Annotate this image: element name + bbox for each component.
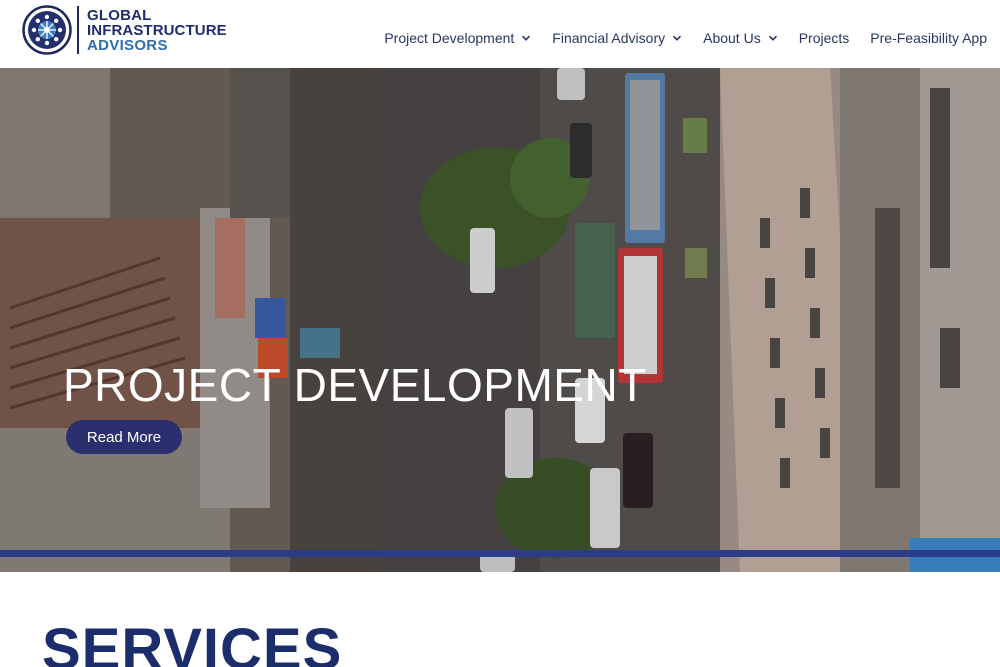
nav-item-label: Financial Advisory bbox=[552, 30, 666, 46]
nav-item-project-development[interactable]: Project Development bbox=[384, 27, 531, 49]
chevron-down-icon bbox=[522, 35, 531, 41]
logo-line-infrastructure: INFRASTRUCTURE bbox=[87, 21, 227, 39]
logo[interactable]: GLOBAL INFRASTRUCTURE ADVISORS bbox=[22, 5, 227, 55]
hero-title: PROJECT DEVELOPMENT bbox=[63, 359, 647, 411]
nav-item-financial-advisory[interactable]: Financial Advisory bbox=[552, 27, 682, 49]
site-header: GLOBAL INFRASTRUCTURE ADVISORS Project D… bbox=[0, 0, 1000, 68]
nav-item-pre-feasibility-app[interactable]: Pre-Feasibility App bbox=[870, 27, 987, 49]
nav-item-projects[interactable]: Projects bbox=[799, 27, 850, 49]
logo-line-advisors: ADVISORS bbox=[87, 36, 168, 54]
hero-banner: PROJECT DEVELOPMENT Read More bbox=[0, 68, 1000, 572]
logo-line-global: GLOBAL bbox=[87, 6, 152, 24]
nav-item-label: Pre-Feasibility App bbox=[870, 30, 987, 46]
nav-item-about-us[interactable]: About Us bbox=[703, 27, 778, 49]
nav-item-label: About Us bbox=[703, 30, 761, 46]
chevron-down-icon bbox=[768, 35, 777, 41]
logo-emblem-icon bbox=[22, 5, 72, 55]
hero-accent-strip bbox=[0, 550, 1000, 557]
read-more-button[interactable]: Read More bbox=[66, 420, 182, 454]
hero-overlay bbox=[0, 68, 1000, 572]
main-nav: Project Development Financial Advisory A… bbox=[363, 27, 987, 49]
nav-item-label: Project Development bbox=[384, 30, 515, 46]
logo-wordmark: GLOBAL INFRASTRUCTURE ADVISORS bbox=[87, 8, 227, 53]
chevron-down-icon bbox=[673, 35, 682, 41]
services-heading: SERVICES bbox=[42, 617, 343, 667]
nav-item-label: Projects bbox=[798, 30, 850, 46]
logo-divider bbox=[77, 6, 79, 54]
